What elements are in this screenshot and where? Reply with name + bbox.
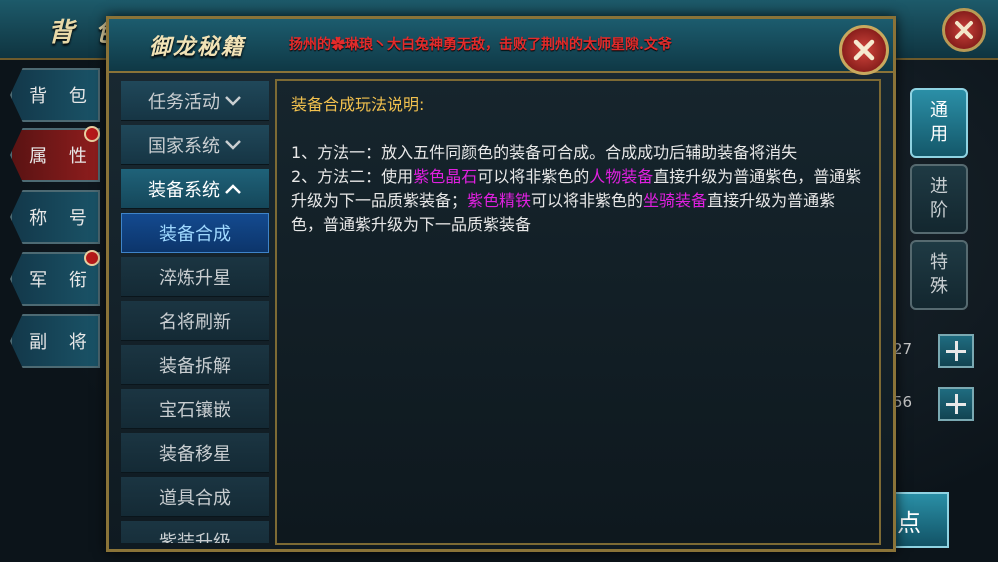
highlight-character-equipment: 人物装备 (589, 167, 654, 186)
tab-attributes-label: 属 性 (29, 146, 95, 167)
menu-item-label: 装备移星 (159, 443, 231, 465)
guide-menu: 任务活动 国家系统 装备系统 装备合成 淬炼升星 名将刷新 装备拆解 宝石镶嵌 … (121, 81, 271, 543)
tab-deputy-label: 副 将 (29, 332, 95, 353)
notification-badge (84, 126, 100, 142)
menu-item-label: 装备拆解 (159, 355, 231, 377)
notification-badge (84, 250, 100, 266)
tab-deputy[interactable]: 副 将 (10, 314, 100, 368)
menu-category-nation[interactable]: 国家系统 (121, 125, 269, 165)
menu-item-label: 名将刷新 (159, 311, 231, 333)
menu-item-gem-inlay[interactable]: 宝石镶嵌 (121, 389, 269, 429)
confirm-points-label: 点 (897, 508, 921, 537)
menu-item-general-refresh[interactable]: 名将刷新 (121, 301, 269, 341)
tab-title[interactable]: 称 号 (10, 190, 100, 244)
menu-category-tasks[interactable]: 任务活动 (121, 81, 269, 121)
menu-item-label: 装备合成 (159, 224, 231, 245)
text-segment: 可以将非紫色的 (531, 191, 644, 210)
menu-item-item-synthesis[interactable]: 道具合成 (121, 477, 269, 517)
menu-item-equipment-synthesis[interactable]: 装备合成 (121, 213, 269, 253)
tab-general[interactable]: 通 用 (910, 88, 968, 158)
tab-special-label: 特 殊 (930, 252, 948, 297)
highlight-mount-equipment: 坐骑装备 (643, 191, 708, 210)
content-title: 装备合成玩法说明: (291, 95, 425, 114)
tab-general-label: 通 用 (930, 100, 948, 145)
text-segment: 可以将非紫色的 (477, 167, 590, 186)
dialog-header: 御龙秘籍 扬州的✿琳琅丶大白兔神勇无敌，击败了荆州的太师星隙.文爷 (109, 19, 893, 73)
menu-item-label: 装备系统 (148, 179, 220, 201)
highlight-purple-iron: 紫色精铁 (467, 191, 532, 210)
menu-item-refine-star[interactable]: 淬炼升星 (121, 257, 269, 297)
menu-item-label: 任务活动 (148, 91, 220, 113)
menu-item-star-transfer[interactable]: 装备移星 (121, 433, 269, 473)
menu-item-purple-upgrade[interactable]: 紫装升级 (121, 521, 269, 543)
menu-item-label: 淬炼升星 (159, 267, 231, 289)
menu-item-equipment-dismantle[interactable]: 装备拆解 (121, 345, 269, 385)
chevron-down-icon (225, 95, 241, 106)
dialog-title: 御龙秘籍 (149, 34, 246, 60)
dialog-close-button[interactable] (839, 25, 889, 75)
confirm-points-button[interactable]: 点 (893, 492, 949, 548)
menu-item-label: 紫装升级 (159, 531, 231, 544)
guide-content-panel: 装备合成玩法说明: 1、方法一：放入五件同颜色的装备可合成。合成成功后辅助装备将… (275, 79, 881, 545)
tab-rank-label: 军 衔 (29, 270, 95, 291)
menu-category-equipment[interactable]: 装备系统 (121, 169, 269, 209)
menu-item-label: 国家系统 (148, 135, 220, 157)
method-one-text: 1、方法一：放入五件同颜色的装备可合成。合成成功后辅助装备将消失 (291, 143, 798, 162)
chevron-up-icon (225, 183, 241, 194)
tab-advanced-label: 进 阶 (930, 176, 948, 221)
menu-item-label: 道具合成 (159, 487, 231, 509)
tab-bag[interactable]: 背 包 (10, 68, 100, 122)
method-two-text: 2、方法二：使用紫色晶石可以将非紫色的人物装备直接升级为普通紫色，普通紫升级为下… (291, 165, 865, 237)
menu-item-label: 宝石镶嵌 (159, 399, 231, 421)
tab-bag-label: 背 包 (29, 86, 95, 107)
add-stat-button[interactable] (938, 387, 974, 421)
add-stat-button[interactable] (938, 334, 974, 368)
tab-special[interactable]: 特 殊 (910, 240, 968, 310)
tab-advanced[interactable]: 进 阶 (910, 164, 968, 234)
background-close-button[interactable] (942, 8, 986, 52)
tab-title-label: 称 号 (29, 208, 95, 229)
broadcast-marquee: 扬州的✿琳琅丶大白兔神勇无敌，击败了荆州的太师星隙.文爷 (289, 37, 672, 53)
close-icon (955, 21, 973, 39)
highlight-purple-crystal: 紫色晶石 (413, 167, 478, 186)
text-segment: 2、方法二：使用 (291, 167, 414, 186)
chevron-down-icon (225, 139, 241, 150)
close-icon (853, 39, 875, 61)
guide-dialog: 御龙秘籍 扬州的✿琳琅丶大白兔神勇无敌，击败了荆州的太师星隙.文爷 任务活动 国… (106, 16, 896, 552)
